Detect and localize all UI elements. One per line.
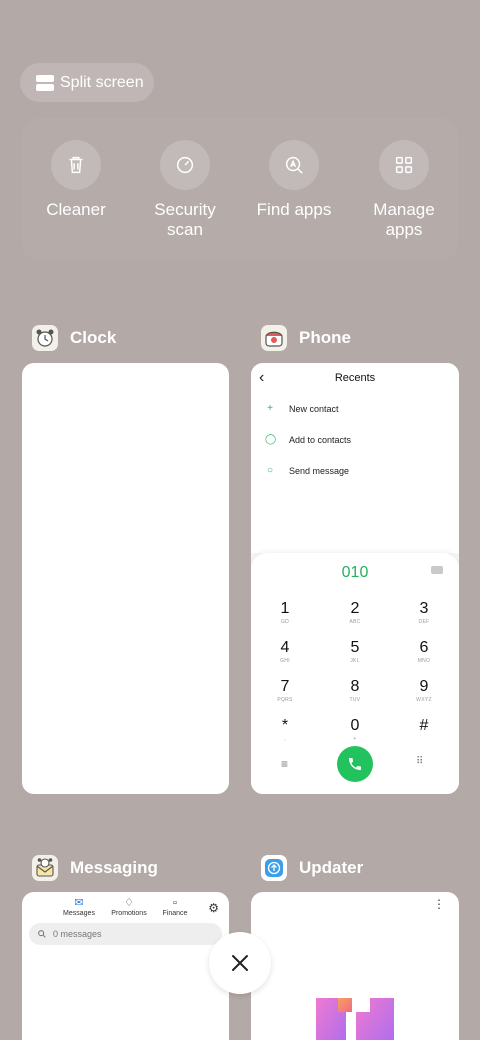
- close-all-button[interactable]: [209, 932, 271, 994]
- dialpad: 010 1 GD 2 ABC 3 DEF 4 GHI 5 JKL 6 MNO 7 PQRS 8…: [251, 553, 459, 794]
- dial-key-5[interactable]: 5 JKL: [335, 639, 375, 665]
- search-apps-icon: [269, 140, 319, 190]
- add-to-contacts-label: Add to contacts: [289, 434, 352, 445]
- new-contact-label: New contact: [289, 403, 339, 414]
- tab-promotions[interactable]: ♢ Promotions: [109, 896, 149, 917]
- phone-recents-area: ‹ Recents + New contact ◯ Add to contact…: [251, 363, 459, 553]
- tag-icon: ♢: [124, 897, 134, 909]
- new-contact-option[interactable]: + New contact: [265, 403, 339, 414]
- security-scan-label: Security scan: [154, 200, 216, 239]
- grid-icon: [379, 140, 429, 190]
- search-icon: [38, 930, 46, 938]
- quick-actions-panel: Cleaner Security scan Find apps Manage a…: [22, 118, 458, 260]
- phone-app-preview[interactable]: ‹ Recents + New contact ◯ Add to contact…: [251, 363, 459, 794]
- find-apps-label: Find apps: [256, 200, 332, 219]
- updater-app-name: Updater: [299, 858, 364, 877]
- updater-app-icon: [261, 855, 287, 881]
- dial-key-3[interactable]: 3 DEF: [404, 600, 444, 626]
- split-screen-icon: [36, 74, 54, 91]
- clock-app-header[interactable]: Clock: [32, 325, 116, 351]
- dial-key-hash[interactable]: #: [404, 717, 444, 735]
- call-button[interactable]: [337, 746, 373, 782]
- tab-finance[interactable]: ▫ Finance: [155, 896, 195, 917]
- phone-handset-icon: [349, 758, 361, 770]
- cleaner-label: Cleaner: [46, 200, 106, 219]
- send-message-label: Send message: [289, 465, 350, 476]
- message-bubble-icon: ○: [266, 465, 274, 476]
- cleaner-button[interactable]: Cleaner: [26, 140, 126, 220]
- close-icon: [232, 955, 248, 971]
- search-placeholder: 0 messages: [53, 929, 102, 939]
- messaging-app-icon: [32, 855, 58, 881]
- messaging-tab-bar: ✉ Messages ♢ Promotions ▫ Finance: [22, 896, 229, 924]
- gear-icon[interactable]: ⚙: [208, 901, 219, 915]
- clock-app-name: Clock: [70, 328, 117, 347]
- miui-logo-graphic: [316, 998, 394, 1040]
- envelope-icon: ✉: [74, 897, 84, 909]
- split-screen-label: Split screen: [60, 73, 144, 91]
- manage-apps-button[interactable]: Manage apps: [354, 140, 454, 240]
- dial-key-0[interactable]: 0 +: [335, 717, 375, 743]
- security-scan-button[interactable]: Security scan: [135, 140, 235, 240]
- menu-icon[interactable]: ≡: [281, 757, 288, 771]
- split-screen-button[interactable]: Split screen: [20, 63, 154, 102]
- phone-app-name: Phone: [299, 328, 351, 347]
- messaging-app-header[interactable]: Messaging: [32, 855, 158, 881]
- updater-app-preview[interactable]: ⋮: [251, 892, 459, 1040]
- dial-key-2[interactable]: 2 ABC: [335, 600, 375, 626]
- dial-key-star[interactable]: *,: [265, 717, 305, 743]
- dial-key-8[interactable]: 8 TUV: [335, 678, 375, 704]
- messages-search-input[interactable]: 0 messages: [29, 923, 222, 945]
- dial-key-7[interactable]: 7 PQRS: [265, 678, 305, 704]
- tab-messages[interactable]: ✉ Messages: [59, 896, 99, 917]
- trash-icon: [51, 140, 101, 190]
- shield-scan-icon: [160, 140, 210, 190]
- messaging-app-preview[interactable]: ✉ Messages ♢ Promotions ▫ Finance ⚙ 0 me…: [22, 892, 229, 1040]
- person-icon: ◯: [265, 434, 277, 445]
- dial-key-9[interactable]: 9 WXYZ: [404, 678, 444, 704]
- send-message-option[interactable]: ○ Send message: [265, 465, 349, 476]
- plus-icon: +: [267, 403, 273, 414]
- dial-key-1[interactable]: 1 GD: [265, 600, 305, 626]
- updater-app-header[interactable]: Updater: [261, 855, 363, 881]
- dialpad-toggle-icon[interactable]: ⠿: [416, 756, 423, 767]
- phone-app-header[interactable]: Phone: [261, 325, 351, 351]
- clock-app-icon: [32, 325, 58, 351]
- messaging-app-name: Messaging: [70, 858, 158, 877]
- backspace-icon[interactable]: [431, 566, 443, 574]
- dial-key-6[interactable]: 6 MNO: [404, 639, 444, 665]
- add-to-contacts-option[interactable]: ◯ Add to contacts: [265, 434, 351, 445]
- phone-screen-title: Recents: [334, 372, 376, 384]
- card-icon: ▫: [173, 897, 177, 909]
- manage-apps-label: Manage apps: [373, 200, 435, 239]
- dialed-number: 010: [341, 564, 369, 581]
- phone-app-icon: [261, 325, 287, 351]
- find-apps-button[interactable]: Find apps: [244, 140, 344, 220]
- clock-app-preview[interactable]: [22, 363, 229, 794]
- more-options-icon[interactable]: ⋮: [433, 897, 445, 911]
- dial-key-4[interactable]: 4 GHI: [265, 639, 305, 665]
